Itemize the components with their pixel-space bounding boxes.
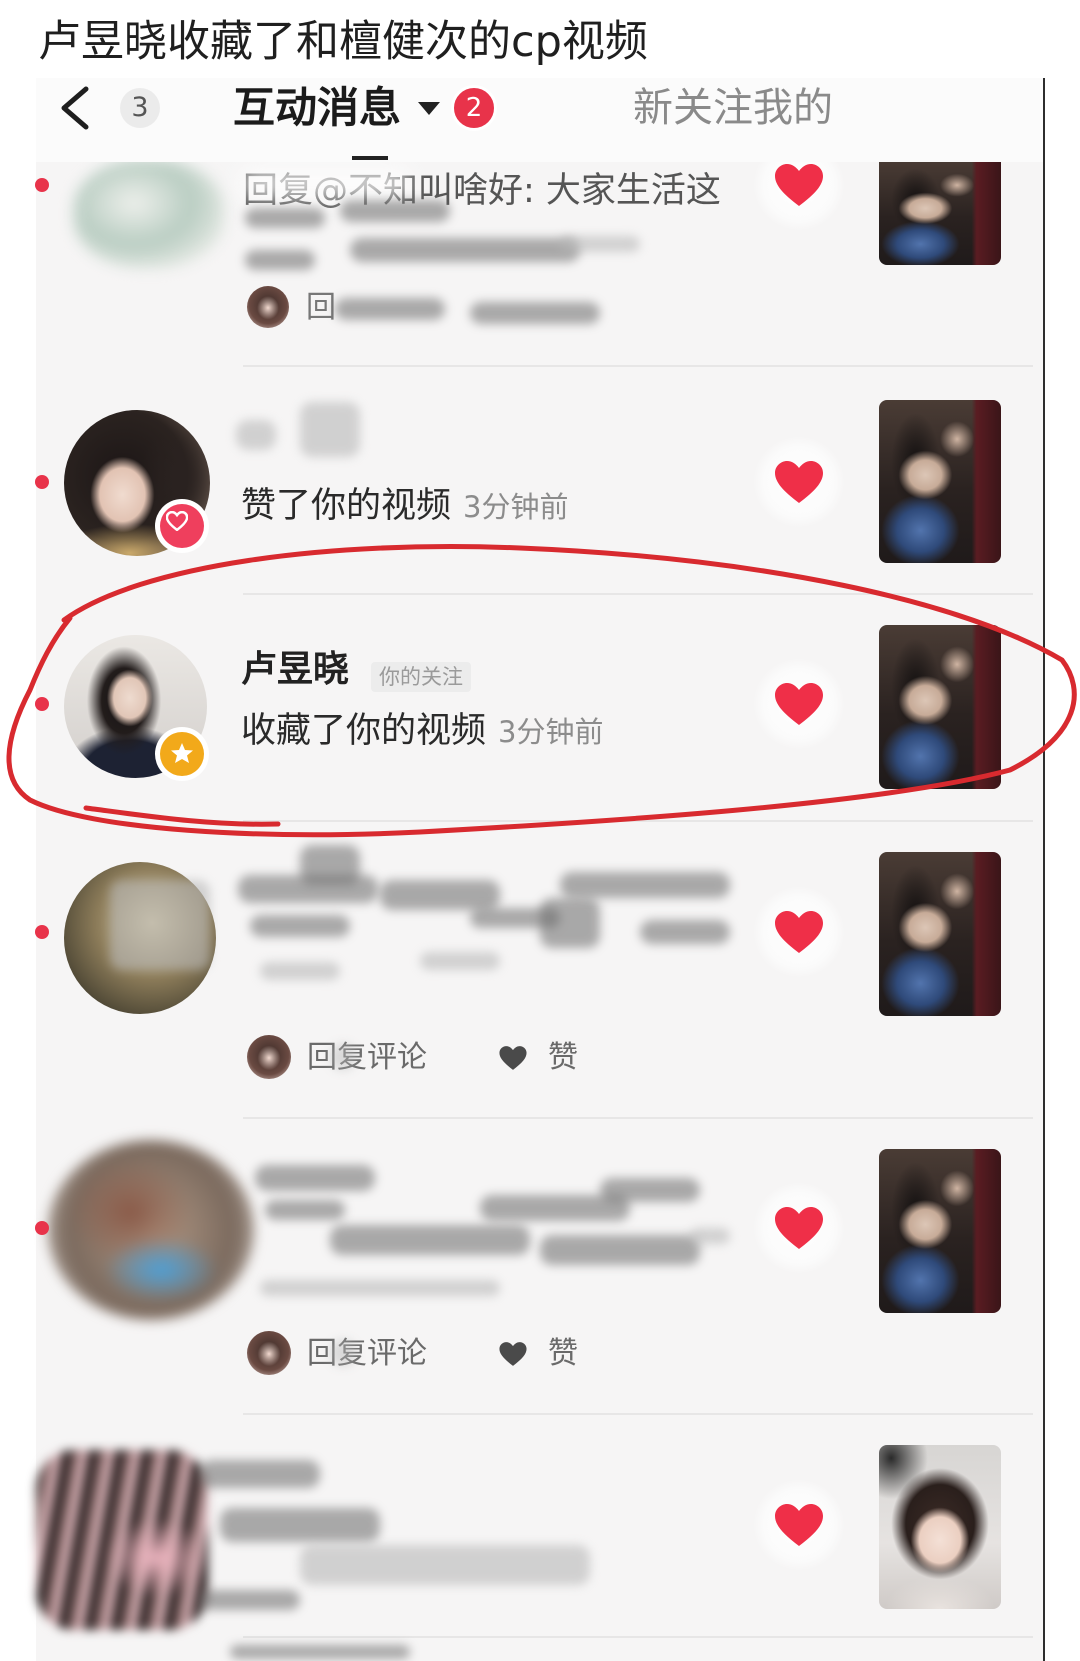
like-button[interactable] [754,659,844,749]
divider [243,365,1033,367]
tab-unread-badge: 2 [451,85,497,131]
unread-dot [35,178,49,192]
blur-smudge [330,1044,356,1070]
blur-smudge [220,1508,380,1542]
blur-smudge [540,898,600,948]
blur-smudge [640,920,730,944]
blur-smudge [560,236,640,252]
like-button[interactable] [754,1183,844,1273]
blur-smudge [560,872,730,898]
reply-button[interactable]: 回 [306,290,336,326]
action-text: 收藏了你的视频 [241,711,487,751]
action-line: 赞了你的视频 3分钟前 [241,484,568,534]
reply-comment-button[interactable]: 回复评论 [307,1040,427,1076]
like-button[interactable] [754,437,844,527]
blur-smudge [260,1280,500,1296]
blur-smudge [470,302,600,324]
heart-icon [775,683,823,725]
name-line: 卢昱晓 你的关注 [241,648,472,698]
heart-icon[interactable] [498,1045,528,1071]
star-badge-icon [155,727,209,781]
blur-smudge [420,952,500,970]
video-thumbnail[interactable] [879,160,1001,265]
heart-icon[interactable] [498,1341,528,1367]
heart-icon [775,911,823,953]
my-avatar-small [247,1035,291,1079]
action-line: 收藏了你的视频 3分钟前 [241,709,603,759]
unread-dot [35,475,49,489]
chevron-left-icon[interactable] [56,86,92,130]
tab-interaction-messages[interactable]: 互动消息 [233,83,401,133]
heart-icon [775,1207,823,1249]
timestamp: 3分钟前 [498,715,604,749]
divider [243,593,1033,595]
heart-badge-icon [155,499,209,553]
divider [243,1117,1033,1119]
avatar[interactable] [74,160,224,268]
blur-smudge [690,1228,730,1244]
unread-dot [35,1221,49,1235]
video-thumbnail[interactable] [879,625,1001,789]
blur-smudge [350,238,580,262]
blur-smudge [255,1165,375,1191]
blur-smudge [245,208,325,228]
blur-smudge [330,1340,356,1366]
blur-smudge [245,250,315,270]
unread-dot [35,697,49,711]
heart-icon [775,461,823,503]
blur-smudge [540,1235,700,1265]
top-nav-bar [36,78,1043,162]
unread-dot [35,925,49,939]
blur-smudge [335,298,445,320]
blur-smudge [600,1178,700,1202]
reply-comment-button[interactable]: 回复评论 [307,1336,427,1372]
blur-smudge [260,962,340,980]
video-thumbnail[interactable] [879,1149,1001,1313]
video-thumbnail[interactable] [879,400,1001,563]
blur-smudge [330,1225,530,1255]
like-button[interactable] [754,1480,844,1570]
tab-new-followers[interactable]: 新关注我的 [633,83,833,133]
post-caption: 卢昱晓收藏了和檀健次的cp视频 [38,17,648,67]
my-avatar-small [247,286,289,328]
divider [243,820,1033,822]
video-thumbnail[interactable] [879,1445,1001,1609]
active-tab-indicator [352,156,388,160]
back-unread-count[interactable]: 3 [120,88,160,128]
blur-smudge [110,880,210,970]
like-button[interactable] [754,887,844,977]
blur-smudge [380,880,500,910]
like-comment-button[interactable]: 赞 [548,1336,578,1372]
divider [243,1413,1033,1415]
heart-icon [775,164,823,206]
blur-smudge [240,168,410,198]
blur-smudge [300,402,360,457]
blur-smudge [300,1545,590,1585]
blur-smudge [265,1200,345,1220]
video-thumbnail[interactable] [879,852,1001,1016]
user-name[interactable]: 卢昱晓 [241,649,349,690]
avatar[interactable] [36,1450,208,1630]
following-tag: 你的关注 [371,661,472,692]
timestamp: 3分钟前 [463,490,569,524]
blur-smudge [300,845,360,885]
blur-smudge [230,1645,410,1659]
like-comment-button[interactable]: 赞 [548,1040,578,1076]
blur-smudge [340,200,450,222]
heart-icon [775,1504,823,1546]
action-text: 赞了你的视频 [241,486,452,526]
blur-smudge [236,420,276,450]
avatar[interactable] [48,1140,254,1320]
blur-smudge [200,1590,300,1610]
caret-down-icon[interactable] [418,102,440,115]
my-avatar-small [247,1331,291,1375]
blur-smudge [200,1460,320,1488]
blur-smudge [250,915,350,937]
divider [243,1636,1033,1638]
